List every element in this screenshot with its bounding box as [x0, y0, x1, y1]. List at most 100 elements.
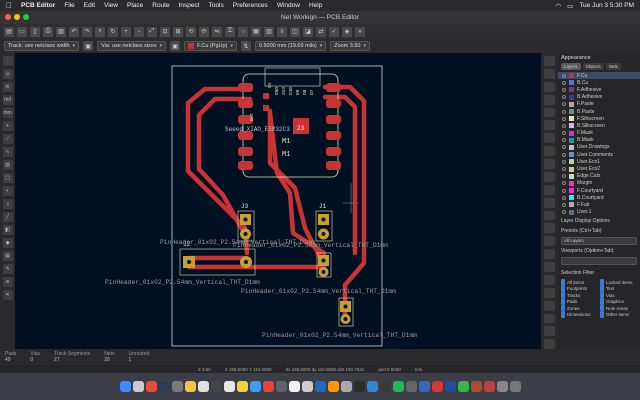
layer-color-swatch[interactable] [569, 94, 574, 100]
layer-color-swatch[interactable] [569, 130, 574, 136]
layer-row[interactable]: B.Mask [558, 137, 640, 144]
app-icon[interactable] [275, 381, 287, 392]
route-diff-pair-icon[interactable] [544, 120, 555, 131]
layer-color-swatch[interactable] [569, 152, 574, 158]
draw-line-icon[interactable] [544, 197, 555, 208]
layer-row[interactable]: Margin [558, 180, 640, 187]
menu-tools[interactable]: Tools [209, 2, 224, 9]
rotate-cw-icon[interactable]: ⟳ [199, 26, 209, 37]
route-track-icon[interactable] [544, 107, 555, 118]
layer-row[interactable]: B.Silkscreen [558, 122, 640, 129]
layer-row[interactable]: F.Silkscreen [558, 115, 640, 122]
page-settings-icon[interactable]: ▯ [30, 26, 40, 37]
layer-color-swatch[interactable] [569, 73, 574, 79]
redo-icon[interactable]: ↷ [82, 26, 92, 37]
visibility-icon[interactable] [562, 152, 566, 157]
set-origin-icon[interactable] [544, 339, 555, 350]
footprint-editor-icon[interactable]: ◫ [290, 26, 300, 37]
units-mm-icon[interactable]: mm [2, 108, 13, 118]
update-pcb-icon[interactable]: ⇄ [316, 26, 326, 37]
visibility-icon[interactable] [562, 80, 566, 85]
group-icon[interactable]: ▦ [251, 26, 261, 37]
lock-icon[interactable]: ⚿ [225, 26, 235, 37]
menu-view[interactable]: View [104, 2, 118, 9]
zoom-select[interactable]: Zoom 3.50 ▾ [330, 41, 371, 51]
layer-row[interactable]: B.Courtyard [558, 194, 640, 201]
pcb-canvas[interactable]: 23 5V GND 3V3 D10 D9 D8 D7 BAT Seeed_XIA… [15, 53, 541, 349]
delete-icon[interactable] [544, 326, 555, 337]
terminal-icon[interactable] [353, 381, 365, 392]
grid-select[interactable]: 0.5000 mm (19.69 mils) ▾ [254, 41, 327, 51]
rotate-ccw-icon[interactable]: ⟲ [186, 26, 196, 37]
layer-color-swatch[interactable] [569, 80, 574, 86]
app-icon[interactable] [288, 381, 300, 392]
vscode-icon[interactable] [366, 381, 378, 392]
layer-row[interactable]: User.Eco1 [558, 158, 640, 165]
menu-preferences[interactable]: Preferences [233, 2, 268, 9]
visibility-icon[interactable] [562, 109, 566, 114]
battery-icon[interactable]: ▭ [567, 2, 573, 10]
wifi-icon[interactable]: ◠ [555, 2, 561, 10]
plot-icon[interactable]: ▧ [56, 26, 66, 37]
save-icon[interactable]: ▭ [17, 26, 27, 37]
menu-edit[interactable]: Edit [84, 2, 95, 9]
visibility-icon[interactable] [562, 167, 566, 172]
layer-row[interactable]: User.Eco2 [558, 165, 640, 172]
tune-length-icon[interactable] [544, 133, 555, 144]
layer-color-swatch[interactable] [569, 188, 574, 194]
downloads-icon[interactable] [496, 381, 508, 392]
layer-row[interactable]: F.Adhesive [558, 86, 640, 93]
refresh-icon[interactable]: ↻ [108, 26, 118, 37]
active-layer-select[interactable]: F.Cu (PgUp) ▾ [184, 41, 237, 51]
layer-row[interactable]: User.Comments [558, 151, 640, 158]
app-icon[interactable] [340, 381, 352, 392]
calendar-icon[interactable] [223, 381, 235, 392]
high-contrast-icon[interactable]: ◧ [2, 225, 13, 235]
units-mil-icon[interactable]: mil [2, 95, 13, 105]
app-icon[interactable] [197, 381, 209, 392]
layer-color-swatch[interactable] [569, 209, 574, 215]
layer-color-swatch[interactable] [569, 195, 574, 201]
add-dimension-icon[interactable] [544, 313, 555, 324]
grid-toggle-icon[interactable]: ⋮ [2, 56, 13, 66]
launchpad-icon[interactable] [132, 381, 144, 392]
unlock-icon[interactable]: ○ [238, 26, 248, 37]
local-ratsnest-icon[interactable] [544, 81, 555, 92]
layer-row[interactable]: B.Adhesive [558, 94, 640, 101]
app-icon[interactable] [301, 381, 313, 392]
add-textbox-icon[interactable] [544, 287, 555, 298]
add-footprint-icon[interactable] [544, 94, 555, 105]
menu-help[interactable]: Help [309, 2, 322, 9]
zone-outline-icon[interactable]: ▢ [2, 173, 13, 183]
visibility-icon[interactable] [562, 73, 566, 78]
viewports-select[interactable] [561, 256, 637, 265]
layer-row[interactable]: F.Fab [558, 201, 640, 208]
via-size-select[interactable]: Via: use netclass sizes ▾ [97, 41, 167, 51]
app-icon[interactable] [470, 381, 482, 392]
track-sketch-icon[interactable]: ╱ [2, 212, 13, 222]
board-setup-icon[interactable]: ▤ [4, 26, 14, 37]
add-rule-area-icon[interactable] [544, 184, 555, 195]
undo-icon[interactable]: ↶ [69, 26, 79, 37]
appearance-panel-icon[interactable]: ▤ [2, 251, 13, 261]
ungroup-icon[interactable]: ▥ [264, 26, 274, 37]
net-color-icon[interactable]: ◆ [2, 238, 13, 248]
app-icon[interactable] [314, 381, 326, 392]
visibility-icon[interactable] [562, 102, 566, 107]
layer-row[interactable]: F.Paste [558, 101, 640, 108]
layer-color-swatch[interactable] [569, 123, 574, 129]
zoom-out-icon[interactable]: − [134, 26, 144, 37]
add-via-icon[interactable] [544, 159, 555, 169]
layer-color-swatch[interactable] [569, 166, 574, 172]
visibility-icon[interactable] [562, 145, 566, 150]
layer-color-swatch[interactable] [569, 144, 574, 150]
ratsnest-icon[interactable]: ⟋ [2, 134, 13, 144]
add-text-icon[interactable] [544, 274, 555, 285]
visibility-icon[interactable] [562, 138, 566, 143]
draw-polygon-icon[interactable] [544, 249, 555, 259]
app-icon[interactable] [483, 381, 495, 392]
visibility-icon[interactable] [562, 195, 566, 200]
menu-inspect[interactable]: Inspect [179, 2, 200, 9]
layer-row[interactable]: User.Drawings [558, 144, 640, 151]
highlight-net-icon[interactable] [544, 68, 555, 79]
